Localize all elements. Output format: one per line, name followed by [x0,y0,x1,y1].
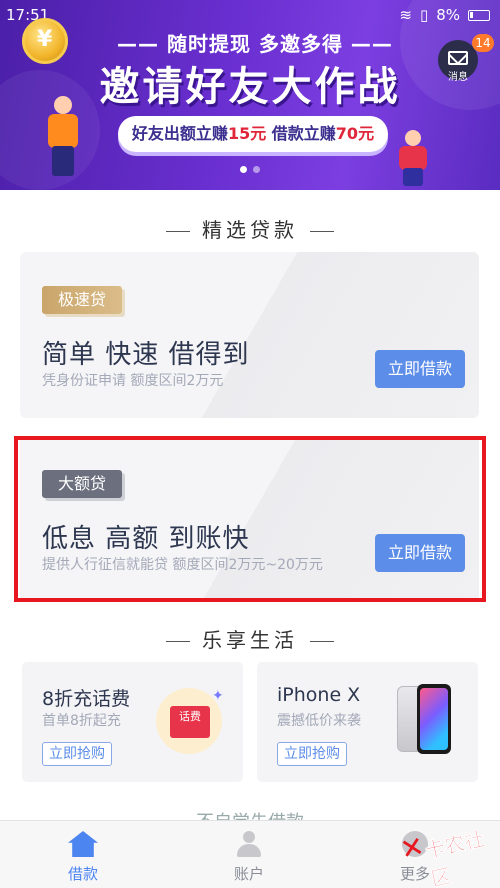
nav-item-loan[interactable]: 借款 [0,821,166,888]
banner-slogan: —— 随时提现 多邀多得 —— [117,32,393,56]
nav-label: 账户 [233,865,264,883]
wifi-icon: ≋ [399,6,412,24]
person-illustration [40,96,84,176]
carousel-dots [240,166,260,173]
status-icons: ≋ ▯ 8% [399,6,490,24]
promo-banner[interactable]: 17:51 ≋ ▯ 8% —— 随时提现 多邀多得 —— 邀请好友大作战 好友出… [0,0,500,190]
life-card-phone-credit[interactable]: 8折充话费 首单8折起充 立即抢购 话费 ✦ [22,662,243,782]
message-badge: 14 [472,34,494,52]
life-subtitle: 震撼低价来袭 [277,713,361,729]
banner-reward-pill: 好友出额立赚15元 借款立赚70元 [118,116,388,152]
life-card-iphone[interactable]: iPhone X 震撼低价来袭 立即抢购 [257,662,478,782]
section-title-life: 乐享生活 [0,624,500,653]
life-subtitle: 首单8折起充 [42,713,121,729]
loan-tag: 极速贷 [42,286,123,314]
red-packet-icon: 话费 ✦ [156,688,224,754]
life-title: 8折充话费 [42,688,131,710]
section-title-featured: 精选贷款 [0,214,500,243]
highlight-frame [14,436,486,602]
message-label: 消息 [448,72,468,83]
watermark-text: 卡农社区 [422,826,487,888]
nav-label: 借款 [67,865,98,883]
red-packet-label: 话费 [170,706,210,738]
pill-amount: 70元 [335,124,375,143]
user-icon [234,831,264,857]
buy-now-button[interactable]: 立即抢购 [42,742,112,766]
buy-now-button[interactable]: 立即抢购 [277,742,347,766]
pill-text: 好友出额立赚 [131,124,228,143]
phone-icon [397,684,451,754]
carousel-dot[interactable] [240,166,247,173]
battery-icon [468,9,490,21]
coin-icon [22,18,68,64]
person-illustration [395,130,431,186]
loan-subtitle: 凭身份证申请 额度区间2万元 [42,373,224,389]
status-bar: 17:51 ≋ ▯ 8% [0,0,500,30]
banner-title: 邀请好友大作战 [99,64,401,110]
envelope-icon [448,51,468,65]
sparkle-icon: ✦ [212,688,224,704]
pill-amount: 15元 [227,124,267,143]
loan-title: 简单 快速 借得到 [42,340,250,370]
borrow-now-button[interactable]: 立即借款 [375,350,465,388]
nav-item-account[interactable]: 账户 [166,821,332,888]
sim-icon: ▯ [419,6,429,24]
pill-text: 借款立赚 [266,124,336,143]
life-title: iPhone X [277,684,361,706]
home-icon [68,831,98,857]
carousel-dot[interactable] [253,166,260,173]
battery-percent: 8% [436,6,460,24]
loan-card-fast[interactable]: 极速贷 简单 快速 借得到 凭身份证申请 额度区间2万元 立即借款 [20,252,479,418]
